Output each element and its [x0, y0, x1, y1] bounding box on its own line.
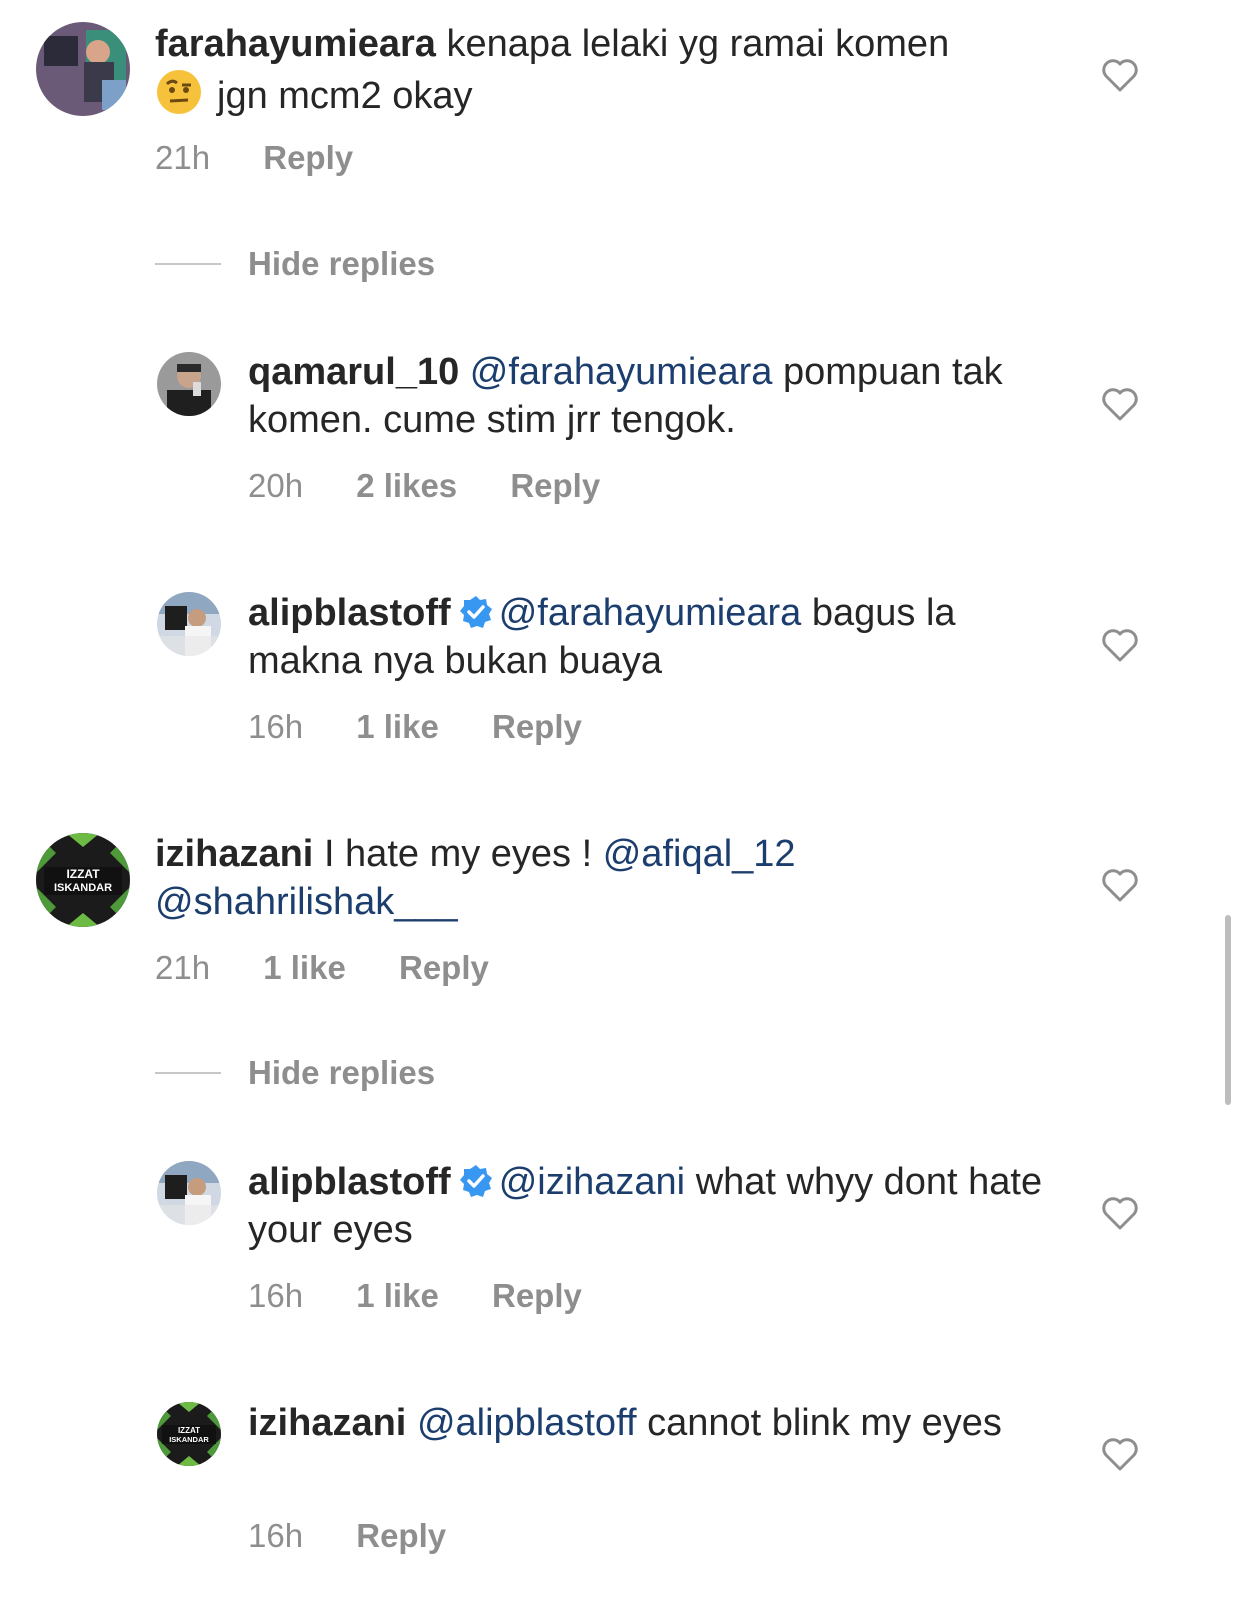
reply-meta: 20h 2 likes Reply: [248, 466, 644, 506]
avatar-izihazani[interactable]: IZZAT ISKANDAR: [157, 1402, 221, 1466]
avatar-qamarul_10[interactable]: [157, 352, 221, 416]
avatar-alipblastoff[interactable]: [157, 592, 221, 656]
reply-time: 16h: [248, 1517, 304, 1554]
reply-time: 20h: [248, 467, 304, 504]
hide-replies-button[interactable]: Hide replies: [248, 1053, 435, 1093]
reply-meta: 16h Reply: [248, 1516, 490, 1556]
reply-button[interactable]: Reply: [263, 139, 353, 176]
likes-count[interactable]: 1 like: [356, 1277, 439, 1314]
avatar-farahayumieara[interactable]: [36, 22, 130, 116]
comment-username[interactable]: izihazani: [155, 833, 313, 875]
comment-text: kenapa lelaki yg ramai komen: [446, 23, 950, 65]
verified-badge-icon: [459, 1165, 492, 1197]
avatar-text-2: ISKANDAR: [54, 882, 112, 894]
likes-count[interactable]: 1 like: [356, 708, 439, 745]
likes-count[interactable]: 1 like: [263, 949, 346, 986]
hide-replies-button[interactable]: Hide replies: [248, 244, 435, 284]
comment-text-cont: jgn mcm2 okay: [217, 75, 473, 117]
mention-link[interactable]: @farahayumieara: [470, 351, 773, 393]
reply-button[interactable]: Reply: [399, 949, 489, 986]
reply-button[interactable]: Reply: [510, 467, 600, 504]
heart-icon[interactable]: [1101, 57, 1139, 93]
reply-username[interactable]: izihazani: [248, 1402, 406, 1444]
verified-badge-icon: [459, 596, 492, 628]
divider-line: [155, 263, 221, 265]
raised-eyebrow-face-icon: [157, 70, 201, 114]
scrollbar[interactable]: [1225, 915, 1231, 1105]
reply-text: cannot blink my eyes: [647, 1402, 1002, 1444]
avatar-text-1: IZZAT: [66, 867, 100, 881]
avatar-alipblastoff[interactable]: [157, 1161, 221, 1225]
heart-icon[interactable]: [1101, 1436, 1139, 1472]
mention-link[interactable]: @shahrilishak___: [155, 881, 458, 923]
reply-button[interactable]: Reply: [492, 708, 582, 745]
heart-icon[interactable]: [1101, 627, 1139, 663]
reply-meta: 16h 1 like Reply: [248, 707, 626, 747]
reply-username[interactable]: alipblastoff: [248, 1161, 451, 1203]
avatar-text-1: IZZAT: [178, 1426, 200, 1435]
likes-count[interactable]: 2 likes: [356, 467, 457, 504]
comment-text: I hate my eyes !: [323, 833, 593, 875]
reply-button[interactable]: Reply: [492, 1277, 582, 1314]
heart-icon[interactable]: [1101, 867, 1139, 903]
divider-line: [155, 1072, 221, 1074]
avatar-text-2: ISKANDAR: [169, 1435, 209, 1444]
reply-username[interactable]: alipblastoff: [248, 592, 451, 634]
comment-meta: 21h 1 like Reply: [155, 948, 533, 988]
mention-link[interactable]: @farahayumieara: [499, 592, 802, 634]
comment-body: farahayumieara kenapa lelaki yg ramai ko…: [155, 20, 1075, 120]
mention-link[interactable]: @afiqal_12: [603, 833, 796, 875]
avatar-izihazani[interactable]: IZZAT ISKANDAR: [36, 833, 130, 927]
reply-body: alipblastoff @izihazani what whyy dont ha…: [248, 1158, 1068, 1254]
reply-body: izihazani @alipblastoff cannot blink my …: [248, 1399, 1048, 1447]
reply-body: qamarul_10 @farahayumieara pompuan tak k…: [248, 348, 1048, 444]
reply-time: 16h: [248, 1277, 304, 1314]
mention-link[interactable]: @izihazani: [499, 1161, 685, 1203]
comment-username[interactable]: farahayumieara: [155, 23, 436, 65]
reply-meta: 16h 1 like Reply: [248, 1276, 626, 1316]
heart-icon[interactable]: [1101, 386, 1139, 422]
reply-username[interactable]: qamarul_10: [248, 351, 459, 393]
heart-icon[interactable]: [1101, 1195, 1139, 1231]
comment-body: izihazani I hate my eyes ! @afiqal_12 @s…: [155, 830, 1075, 926]
comment-time: 21h: [155, 949, 211, 986]
reply-body: alipblastoff @farahayumieara bagus la mak…: [248, 589, 1048, 685]
comment-meta: 21h Reply: [155, 138, 397, 178]
comment-time: 21h: [155, 139, 211, 176]
reply-button[interactable]: Reply: [356, 1517, 446, 1554]
reply-time: 16h: [248, 708, 304, 745]
mention-link[interactable]: @alipblastoff: [417, 1402, 637, 1444]
